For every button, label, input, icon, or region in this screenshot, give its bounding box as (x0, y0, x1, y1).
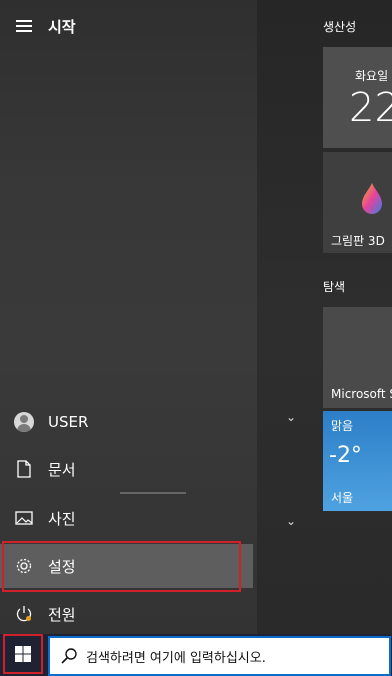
calendar-day: 화요일 (355, 69, 389, 83)
paint3d-icon (362, 183, 382, 214)
power-icon (0, 605, 48, 623)
start-header: 시작 (0, 8, 257, 44)
hamburger-menu-button[interactable] (0, 20, 48, 32)
scroll-indicator (120, 492, 186, 494)
store-label: Microsoft S (331, 387, 392, 401)
paint3d-label: 그림판 3D (331, 234, 385, 248)
chevron-down-icon[interactable]: ⌄ (286, 410, 296, 424)
nav-documents[interactable]: 문서 (0, 447, 257, 491)
weather-temp: -2° (329, 443, 362, 468)
start-button[interactable] (3, 634, 43, 674)
calendar-date: 22 (349, 85, 392, 131)
document-icon (0, 460, 48, 478)
nav-power[interactable]: 전원 (0, 592, 257, 636)
settings-highlight-outline (2, 541, 241, 592)
weather-condition: 맑음 (331, 419, 354, 433)
taskbar-search-box[interactable]: 검색하려면 여기에 입력하십시오. (48, 636, 391, 676)
paint3d-tile[interactable]: 그림판 3D (323, 152, 392, 253)
nav-documents-label: 문서 (48, 460, 76, 479)
search-placeholder: 검색하려면 여기에 입력하십시오. (86, 650, 266, 666)
nav-user[interactable]: USER (0, 400, 257, 444)
chevron-down-icon[interactable]: ⌄ (286, 514, 296, 528)
windows-logo-icon (15, 646, 31, 662)
search-icon (61, 648, 77, 664)
picture-icon (0, 511, 48, 525)
store-tile[interactable]: Microsoft S (323, 307, 392, 408)
start-title: 시작 (48, 17, 76, 36)
nav-pictures[interactable]: 사진 (0, 496, 257, 540)
nav-power-label: 전원 (48, 605, 76, 624)
calendar-tile[interactable]: 화요일 22 (323, 47, 392, 148)
weather-city: 서울 (331, 491, 354, 505)
explore-header: 탐색 (323, 280, 346, 294)
nav-user-label: USER (48, 413, 89, 431)
weather-tile[interactable]: 맑음 -2° 서울 (323, 411, 392, 511)
user-avatar-icon (14, 412, 34, 432)
nav-pictures-label: 사진 (48, 509, 76, 528)
productivity-header: 생산성 (323, 20, 357, 34)
hamburger-icon (16, 20, 32, 32)
